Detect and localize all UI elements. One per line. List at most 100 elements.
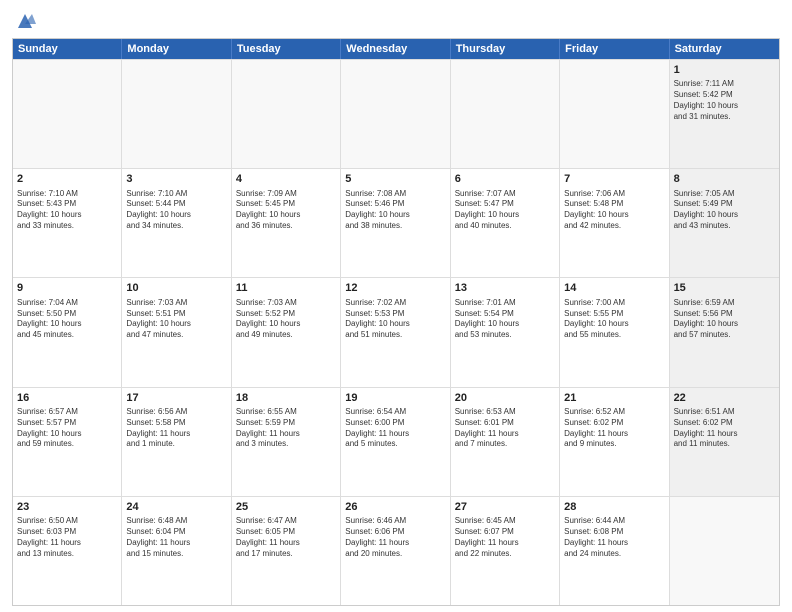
cal-cell: 21 Sunrise: 6:52 AM Sunset: 6:02 PM Dayli…: [560, 388, 669, 496]
day-number: 1: [674, 63, 775, 77]
cell-info: Sunrise: 6:52 AM Sunset: 6:02 PM Dayligh…: [564, 407, 664, 450]
day-number: 3: [126, 172, 226, 186]
cell-info: Sunrise: 6:44 AM Sunset: 6:08 PM Dayligh…: [564, 516, 664, 559]
cal-cell: 11 Sunrise: 7:03 AM Sunset: 5:52 PM Dayli…: [232, 278, 341, 386]
cell-info: Sunrise: 7:01 AM Sunset: 5:54 PM Dayligh…: [455, 298, 555, 341]
cal-cell: 3Sunrise: 7:10 AM Sunset: 5:44 PM Daylig…: [122, 169, 231, 277]
cal-cell: 24 Sunrise: 6:48 AM Sunset: 6:04 PM Dayli…: [122, 497, 231, 605]
day-number: 5: [345, 172, 445, 186]
calendar-header: SundayMondayTuesdayWednesdayThursdayFrid…: [13, 39, 779, 59]
day-number: 10: [126, 281, 226, 295]
day-number: 8: [674, 172, 775, 186]
cal-cell: 4 Sunrise: 7:09 AM Sunset: 5:45 PM Daylig…: [232, 169, 341, 277]
day-number: 21: [564, 391, 664, 405]
day-number: 4: [236, 172, 336, 186]
cal-cell: 6 Sunrise: 7:07 AM Sunset: 5:47 PM Daylig…: [451, 169, 560, 277]
cell-info: Sunrise: 7:03 AM Sunset: 5:52 PM Dayligh…: [236, 298, 336, 341]
cal-cell: [670, 497, 779, 605]
cal-cell: 14 Sunrise: 7:00 AM Sunset: 5:55 PM Dayli…: [560, 278, 669, 386]
cell-info: Sunrise: 6:47 AM Sunset: 6:05 PM Dayligh…: [236, 516, 336, 559]
day-number: 17: [126, 391, 226, 405]
cal-cell: [122, 60, 231, 168]
cell-info: Sunrise: 7:02 AM Sunset: 5:53 PM Dayligh…: [345, 298, 445, 341]
day-number: 13: [455, 281, 555, 295]
week-row-1: 1 Sunrise: 7:11 AM Sunset: 5:42 PM Daylig…: [13, 59, 779, 168]
day-number: 24: [126, 500, 226, 514]
cal-cell: 15 Sunrise: 6:59 AM Sunset: 5:56 PM Dayli…: [670, 278, 779, 386]
cell-info: Sunrise: 7:06 AM Sunset: 5:48 PM Dayligh…: [564, 189, 664, 232]
cal-cell: 19 Sunrise: 6:54 AM Sunset: 6:00 PM Dayli…: [341, 388, 450, 496]
header-cell-tuesday: Tuesday: [232, 39, 341, 59]
cell-info: Sunrise: 6:48 AM Sunset: 6:04 PM Dayligh…: [126, 516, 226, 559]
cal-cell: 7Sunrise: 7:06 AM Sunset: 5:48 PM Daylig…: [560, 169, 669, 277]
cell-info: Sunrise: 7:10 AM Sunset: 5:43 PM Dayligh…: [17, 189, 117, 232]
cal-cell: [232, 60, 341, 168]
cell-info: Sunrise: 6:53 AM Sunset: 6:01 PM Dayligh…: [455, 407, 555, 450]
logo-icon: [14, 10, 36, 32]
day-number: 19: [345, 391, 445, 405]
cell-info: Sunrise: 6:54 AM Sunset: 6:00 PM Dayligh…: [345, 407, 445, 450]
day-number: 2: [17, 172, 117, 186]
cell-info: Sunrise: 7:09 AM Sunset: 5:45 PM Dayligh…: [236, 189, 336, 232]
cal-cell: 16 Sunrise: 6:57 AM Sunset: 5:57 PM Dayli…: [13, 388, 122, 496]
day-number: 26: [345, 500, 445, 514]
header-cell-monday: Monday: [122, 39, 231, 59]
day-number: 14: [564, 281, 664, 295]
header-cell-thursday: Thursday: [451, 39, 560, 59]
header-cell-wednesday: Wednesday: [341, 39, 450, 59]
day-number: 15: [674, 281, 775, 295]
cal-cell: 17 Sunrise: 6:56 AM Sunset: 5:58 PM Dayli…: [122, 388, 231, 496]
cal-cell: 22 Sunrise: 6:51 AM Sunset: 6:02 PM Dayli…: [670, 388, 779, 496]
day-number: 22: [674, 391, 775, 405]
cal-cell: [560, 60, 669, 168]
header-cell-sunday: Sunday: [13, 39, 122, 59]
logo: [12, 10, 36, 32]
day-number: 20: [455, 391, 555, 405]
cal-cell: 8 Sunrise: 7:05 AM Sunset: 5:49 PM Daylig…: [670, 169, 779, 277]
cell-info: Sunrise: 7:08 AM Sunset: 5:46 PM Dayligh…: [345, 189, 445, 232]
week-row-2: 2 Sunrise: 7:10 AM Sunset: 5:43 PM Daylig…: [13, 168, 779, 277]
day-number: 6: [455, 172, 555, 186]
cal-cell: 10Sunrise: 7:03 AM Sunset: 5:51 PM Dayli…: [122, 278, 231, 386]
cal-cell: 13 Sunrise: 7:01 AM Sunset: 5:54 PM Dayli…: [451, 278, 560, 386]
cell-info: Sunrise: 7:11 AM Sunset: 5:42 PM Dayligh…: [674, 79, 775, 122]
cell-info: Sunrise: 7:05 AM Sunset: 5:49 PM Dayligh…: [674, 189, 775, 232]
day-number: 12: [345, 281, 445, 295]
cell-info: Sunrise: 7:07 AM Sunset: 5:47 PM Dayligh…: [455, 189, 555, 232]
cal-cell: [341, 60, 450, 168]
cal-cell: 25 Sunrise: 6:47 AM Sunset: 6:05 PM Dayli…: [232, 497, 341, 605]
cell-info: Sunrise: 6:57 AM Sunset: 5:57 PM Dayligh…: [17, 407, 117, 450]
cal-cell: [451, 60, 560, 168]
day-number: 23: [17, 500, 117, 514]
day-number: 16: [17, 391, 117, 405]
cal-cell: 9 Sunrise: 7:04 AM Sunset: 5:50 PM Daylig…: [13, 278, 122, 386]
calendar-body: 1 Sunrise: 7:11 AM Sunset: 5:42 PM Daylig…: [13, 59, 779, 605]
day-number: 18: [236, 391, 336, 405]
calendar: SundayMondayTuesdayWednesdayThursdayFrid…: [12, 38, 780, 606]
cell-info: Sunrise: 7:00 AM Sunset: 5:55 PM Dayligh…: [564, 298, 664, 341]
day-number: 28: [564, 500, 664, 514]
cal-cell: 1 Sunrise: 7:11 AM Sunset: 5:42 PM Daylig…: [670, 60, 779, 168]
cal-cell: 5 Sunrise: 7:08 AM Sunset: 5:46 PM Daylig…: [341, 169, 450, 277]
cal-cell: 12 Sunrise: 7:02 AM Sunset: 5:53 PM Dayli…: [341, 278, 450, 386]
cell-info: Sunrise: 6:45 AM Sunset: 6:07 PM Dayligh…: [455, 516, 555, 559]
cal-cell: 2 Sunrise: 7:10 AM Sunset: 5:43 PM Daylig…: [13, 169, 122, 277]
cal-cell: 23Sunrise: 6:50 AM Sunset: 6:03 PM Dayli…: [13, 497, 122, 605]
week-row-3: 9 Sunrise: 7:04 AM Sunset: 5:50 PM Daylig…: [13, 277, 779, 386]
week-row-5: 23Sunrise: 6:50 AM Sunset: 6:03 PM Dayli…: [13, 496, 779, 605]
cell-info: Sunrise: 7:04 AM Sunset: 5:50 PM Dayligh…: [17, 298, 117, 341]
day-number: 9: [17, 281, 117, 295]
cal-cell: [13, 60, 122, 168]
cal-cell: 20 Sunrise: 6:53 AM Sunset: 6:01 PM Dayli…: [451, 388, 560, 496]
cell-info: Sunrise: 6:51 AM Sunset: 6:02 PM Dayligh…: [674, 407, 775, 450]
cell-info: Sunrise: 6:46 AM Sunset: 6:06 PM Dayligh…: [345, 516, 445, 559]
cal-cell: 28 Sunrise: 6:44 AM Sunset: 6:08 PM Dayli…: [560, 497, 669, 605]
day-number: 27: [455, 500, 555, 514]
day-number: 25: [236, 500, 336, 514]
header-cell-friday: Friday: [560, 39, 669, 59]
cell-info: Sunrise: 6:59 AM Sunset: 5:56 PM Dayligh…: [674, 298, 775, 341]
cell-info: Sunrise: 6:56 AM Sunset: 5:58 PM Dayligh…: [126, 407, 226, 450]
header-cell-saturday: Saturday: [670, 39, 779, 59]
page: SundayMondayTuesdayWednesdayThursdayFrid…: [0, 0, 792, 612]
day-number: 11: [236, 281, 336, 295]
